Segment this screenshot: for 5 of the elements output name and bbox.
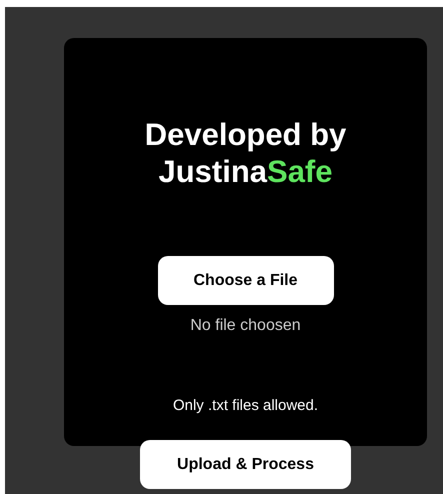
file-type-hint: Only .txt files allowed. [172,397,318,414]
file-status: No file choosen [190,317,301,335]
upload-button[interactable]: Upload & Process [140,440,351,489]
choose-file-button[interactable]: Choose a File [158,256,334,305]
heading: Developed by JustinaSafe [144,116,346,190]
